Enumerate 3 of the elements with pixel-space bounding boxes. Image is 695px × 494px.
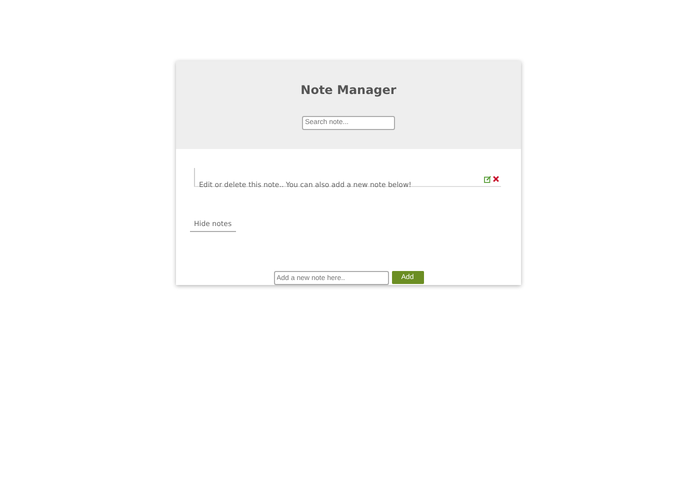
edit-icon[interactable] — [484, 176, 491, 184]
delete-icon[interactable] — [493, 176, 499, 182]
app-title: Note Manager — [300, 83, 396, 98]
